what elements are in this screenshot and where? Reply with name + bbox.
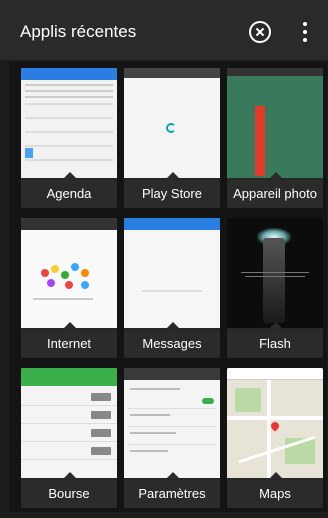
app-label-agenda: Agenda [21,180,117,208]
app-card-messages[interactable]: Messages [124,218,220,358]
recent-apps-grid: Agenda Play Store Appareil photo Interne… [9,62,327,512]
app-label-internet: Internet [21,330,117,358]
maps-thumbnail [227,368,323,478]
agenda-thumbnail [21,68,117,178]
flash-thumbnail [227,218,323,328]
app-card-appareil-photo[interactable]: Appareil photo [227,68,323,208]
app-card-parametres[interactable]: Paramètres [124,368,220,508]
app-card-maps[interactable]: Maps [227,368,323,508]
app-card-flash[interactable]: Flash [227,218,323,358]
bourse-thumbnail [21,368,117,478]
internet-thumbnail [21,218,117,328]
app-label-maps: Maps [227,480,323,508]
app-label-play-store: Play Store [124,180,220,208]
camera-thumbnail [227,68,323,178]
app-label-bourse: Bourse [21,480,117,508]
app-label-messages: Messages [124,330,220,358]
page-title: Applis récentes [20,22,137,41]
play-store-thumbnail [124,68,220,178]
settings-thumbnail [124,368,220,478]
app-label-flash: Flash [227,330,323,358]
app-label-parametres: Paramètres [124,480,220,508]
header-bar: Applis récentes [0,0,328,60]
close-circle-icon[interactable] [249,21,271,43]
app-card-agenda[interactable]: Agenda [21,68,117,208]
app-card-internet[interactable]: Internet [21,218,117,358]
overflow-menu-icon[interactable] [302,22,308,42]
app-label-appareil-photo: Appareil photo [227,180,323,208]
app-card-bourse[interactable]: Bourse [21,368,117,508]
app-card-play-store[interactable]: Play Store [124,68,220,208]
messages-thumbnail [124,218,220,328]
